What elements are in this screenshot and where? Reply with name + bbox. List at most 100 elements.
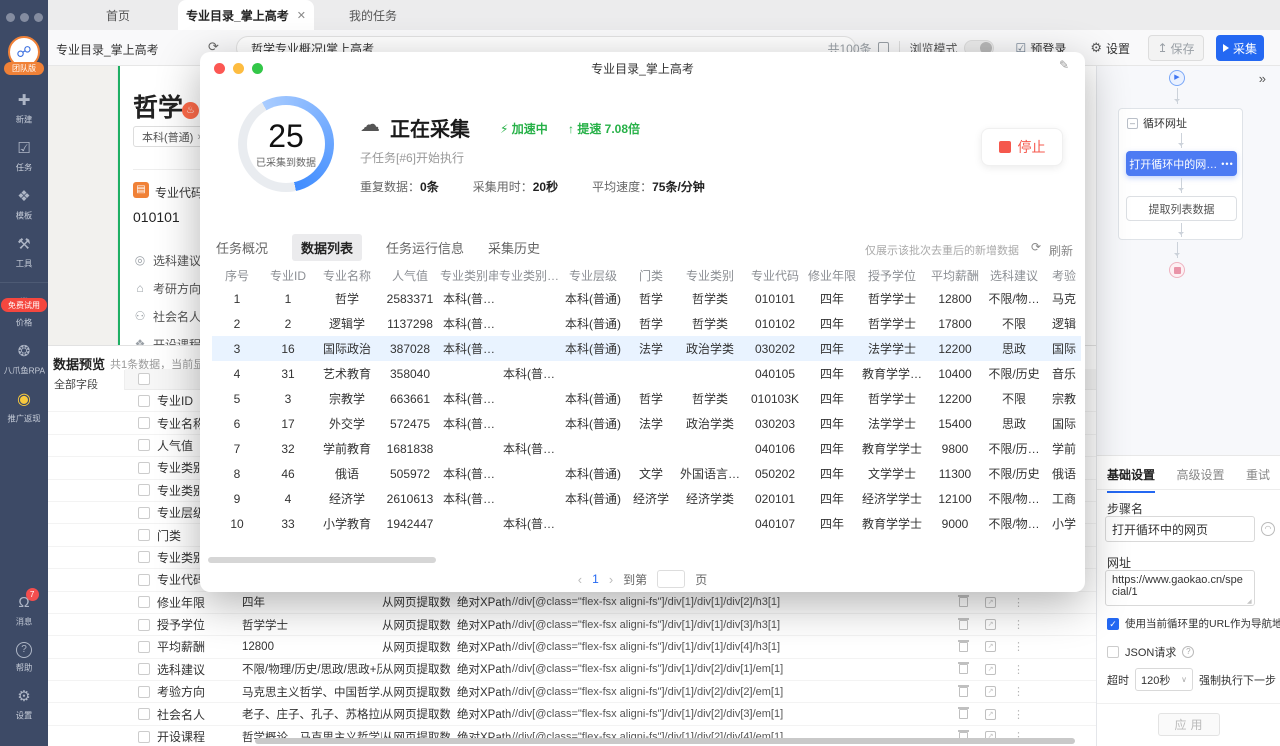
column-header[interactable]: 选科建议 — [984, 267, 1044, 284]
table-row[interactable]: 316国际政治387028本科(普…本科(普通)法学政治学类030202四年法学… — [212, 336, 1081, 361]
table-row[interactable]: 1033小学教育1942447本科(普…040107四年教育学学士9000不限/… — [212, 511, 1081, 536]
tab-current-task[interactable]: 专业目录_掌上高考 ✕ — [178, 0, 314, 30]
column-header[interactable]: 专业类别… — [498, 267, 560, 284]
field-row[interactable]: 选科建议不限/物理/历史/思政/思政+历史从网页提取数据绝对XPath//div… — [48, 659, 1100, 681]
column-header[interactable]: 专业类别串 — [440, 267, 498, 284]
modal-tab[interactable]: 数据列表 — [292, 234, 362, 261]
export-icon[interactable]: ↗ — [985, 686, 996, 697]
export-icon[interactable]: ↗ — [985, 664, 996, 675]
column-header[interactable]: 授予学位 — [858, 267, 926, 284]
row-checkbox[interactable] — [138, 439, 150, 451]
row-checkbox[interactable] — [138, 663, 150, 675]
collapse-block-icon[interactable]: – — [1127, 118, 1138, 129]
collect-button[interactable]: 采集 — [1216, 35, 1264, 61]
kebab-menu-icon[interactable]: ⋮ — [1013, 618, 1024, 631]
modal-tab[interactable]: 采集历史 — [488, 234, 540, 261]
sidebar-item-new[interactable]: ✚新建 — [0, 92, 48, 126]
resize-grip-icon[interactable]: ◢ — [1247, 598, 1252, 605]
settings-button[interactable]: 设置 — [1106, 40, 1130, 57]
row-checkbox[interactable] — [138, 574, 150, 586]
kebab-menu-icon[interactable]: ⋮ — [1013, 640, 1024, 653]
field-row[interactable]: 考验方向马克思主义哲学、中国哲学、外国…从网页提取数据绝对XPath//div[… — [48, 681, 1100, 703]
kebab-menu-icon[interactable]: ⋮ — [1013, 708, 1024, 721]
table-row[interactable]: 846俄语505972本科(普…本科(普通)文学外国语言…050202四年文学学… — [212, 461, 1081, 486]
column-header[interactable]: 人气值 — [380, 267, 440, 284]
free-trial-badge[interactable]: 免费试用 — [1, 298, 47, 312]
checkbox-checked-icon[interactable]: ✓ — [1107, 618, 1119, 630]
window-minimize-dot[interactable] — [20, 13, 29, 22]
next-page-icon[interactable]: › — [609, 572, 613, 587]
apply-button[interactable]: 应用 — [1158, 713, 1220, 736]
step-extract-list[interactable]: 提取列表数据 — [1126, 196, 1237, 221]
timeout-select[interactable]: 120秒 ∨ — [1135, 668, 1193, 691]
save-button[interactable]: ↥保存 — [1148, 35, 1204, 61]
help-icon[interactable]: ? — [1182, 646, 1194, 658]
loop-url-block[interactable]: – 循环网址 打开循环中的网…••• 提取列表数据 — [1118, 108, 1243, 240]
sidebar-item-templates[interactable]: ❖模板 — [0, 188, 48, 222]
use-loop-url-option[interactable]: ✓ 使用当前循环里的URL作为导航地址 — [1107, 616, 1280, 631]
step-open-loop-url[interactable]: 打开循环中的网…••• — [1126, 151, 1237, 176]
row-checkbox[interactable] — [138, 731, 150, 743]
table-row[interactable]: 22逻辑学1137298本科(普…本科(普通)哲学哲学类010102四年哲学学士… — [212, 311, 1081, 336]
row-checkbox[interactable] — [138, 619, 150, 631]
row-checkbox[interactable] — [138, 641, 150, 653]
field-row[interactable]: 授予学位哲学学士从网页提取数据绝对XPath//div[@class="flex… — [48, 614, 1100, 636]
row-checkbox[interactable] — [138, 462, 150, 474]
kebab-menu-icon[interactable]: ⋮ — [1013, 663, 1024, 676]
current-page[interactable]: 1 — [592, 572, 599, 586]
modal-horizontal-scrollbar[interactable] — [208, 557, 436, 563]
tab-close-icon[interactable]: ✕ — [297, 9, 306, 22]
sidebar-item-tasks[interactable]: ☑任务 — [0, 140, 48, 174]
row-checkbox[interactable] — [138, 708, 150, 720]
kebab-menu-icon[interactable]: ⋮ — [1013, 685, 1024, 698]
row-checkbox[interactable] — [138, 529, 150, 541]
json-request-option[interactable]: JSON请求 ? — [1107, 644, 1194, 660]
table-row[interactable]: 94经济学2610613本科(普…本科(普通)经济学经济学类020101四年经济… — [212, 486, 1081, 511]
flow-start-icon[interactable]: ▶ — [1169, 70, 1185, 86]
step-url-textarea[interactable]: https://www.gaokao.cn/special/1 — [1105, 570, 1255, 606]
column-header[interactable]: 专业名称 — [314, 267, 380, 284]
export-icon[interactable]: ↗ — [985, 709, 996, 720]
checkbox-unchecked-icon[interactable] — [1107, 646, 1119, 658]
column-header[interactable]: 专业类别 — [676, 267, 744, 284]
kebab-menu-icon[interactable]: ⋮ — [1013, 596, 1024, 609]
delete-icon[interactable] — [959, 620, 968, 630]
stop-button[interactable]: 停止 — [981, 128, 1063, 166]
tab-my-tasks[interactable]: 我的任务 — [338, 0, 408, 30]
delete-icon[interactable] — [959, 709, 968, 719]
export-icon[interactable]: ↗ — [985, 597, 996, 608]
tree-all-fields[interactable]: 全部字段 — [48, 370, 124, 392]
column-header[interactable]: 专业层级 — [560, 267, 626, 284]
sidebar-item-referral[interactable]: ◉推广返现 — [0, 391, 48, 425]
goto-page-input[interactable] — [657, 570, 685, 588]
delete-icon[interactable] — [959, 642, 968, 652]
collapse-panel-icon[interactable]: » — [1259, 71, 1266, 86]
row-checkbox[interactable] — [138, 551, 150, 563]
export-icon[interactable]: ↗ — [985, 619, 996, 630]
field-row[interactable]: 平均薪酬12800从网页提取数据绝对XPath//div[@class="fle… — [48, 636, 1100, 658]
select-all-checkbox[interactable] — [138, 373, 150, 385]
sidebar-item-help[interactable]: ?帮助 — [0, 642, 48, 674]
column-header[interactable]: 专业ID — [262, 267, 314, 284]
column-header[interactable]: 考验 — [1044, 267, 1084, 284]
row-checkbox[interactable] — [138, 417, 150, 429]
column-header[interactable]: 平均薪酬 — [926, 267, 984, 284]
more-icon[interactable]: ••• — [1221, 159, 1233, 169]
row-checkbox[interactable] — [138, 596, 150, 608]
window-controls[interactable] — [6, 13, 43, 22]
export-icon[interactable]: ↗ — [985, 641, 996, 652]
modal-tab[interactable]: 任务概况 — [216, 234, 268, 261]
level-pill[interactable]: 本科(普通)› — [133, 126, 210, 147]
window-zoom-dot[interactable] — [34, 13, 43, 22]
table-row[interactable]: 732学前教育1681838本科(普…040106四年教育学学士9800不限/历… — [212, 436, 1081, 461]
table-row[interactable]: 617外交学572475本科(普…本科(普通)法学政治学类030203四年法学学… — [212, 411, 1081, 436]
table-row[interactable]: 431艺术教育358040本科(普…040105四年教育学学…10400不限/历… — [212, 361, 1081, 386]
delete-icon[interactable] — [959, 687, 968, 697]
delete-icon[interactable] — [959, 664, 968, 674]
preview-horizontal-scrollbar[interactable] — [255, 738, 1075, 744]
prev-page-icon[interactable]: ‹ — [578, 572, 582, 587]
column-header[interactable]: 专业代码 — [744, 267, 806, 284]
column-header[interactable]: 修业年限 — [806, 267, 858, 284]
sidebar-item-rpa[interactable]: ❂八爪鱼RPA — [0, 343, 48, 377]
edit-icon[interactable]: ✎ — [1059, 58, 1069, 72]
